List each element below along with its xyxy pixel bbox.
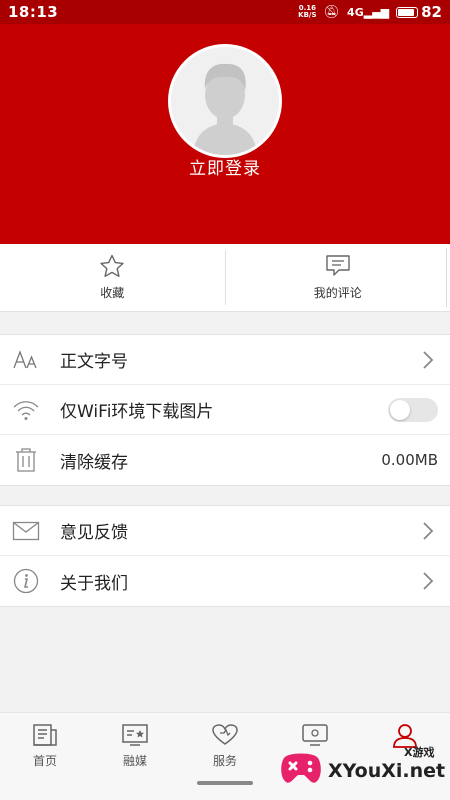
status-time: 18:13 bbox=[8, 3, 59, 21]
chevron-right-icon bbox=[418, 521, 438, 541]
tab-media[interactable]: 融媒 bbox=[90, 713, 180, 800]
watermark-sub: X游戏 bbox=[404, 746, 435, 759]
comment-icon bbox=[326, 255, 350, 276]
avatar[interactable] bbox=[168, 44, 282, 158]
login-link[interactable]: 立即登录 bbox=[0, 154, 450, 179]
trash-icon bbox=[12, 446, 40, 474]
settings-group-1: 正文字号 仅WiFi环境下载图片 清除缓存 0.00MB bbox=[0, 334, 450, 486]
media-icon bbox=[122, 724, 148, 746]
my-comments-button[interactable]: 我的评论 bbox=[226, 244, 450, 311]
battery-indicator: 82 bbox=[396, 3, 442, 21]
battery-icon bbox=[396, 6, 419, 18]
settings-group-2: 意见反馈 关于我们 bbox=[0, 505, 450, 607]
status-bar: 18:13 0.16 KB/S 🔕︎ 4G▂▄▆ 82 bbox=[0, 0, 450, 24]
gamepad-logo-icon bbox=[281, 753, 321, 783]
mute-bell-icon: 🔕︎ bbox=[323, 4, 341, 20]
feedback-label: 意见反馈 bbox=[60, 523, 128, 543]
wifi-icon bbox=[12, 396, 40, 424]
home-indicator[interactable] bbox=[197, 781, 253, 785]
wifi-images-label: 仅WiFi环境下载图片 bbox=[60, 402, 214, 422]
watermark-name: XYouXi.net bbox=[328, 760, 446, 782]
tab-home-label: 首页 bbox=[32, 754, 57, 768]
tab-media-label: 融媒 bbox=[122, 754, 147, 768]
signal-icon: 4G▂▄▆ bbox=[347, 5, 390, 19]
feedback-row[interactable]: 意见反馈 bbox=[0, 506, 450, 556]
battery-level: 82 bbox=[421, 3, 442, 21]
tab-service-label: 服务 bbox=[212, 754, 237, 768]
my-comments-label: 我的评论 bbox=[313, 286, 362, 300]
chevron-right-icon bbox=[418, 571, 438, 591]
news-icon bbox=[33, 724, 57, 746]
font-size-row[interactable]: 正文字号 bbox=[0, 335, 450, 385]
info-icon bbox=[12, 567, 40, 595]
font-size-label: 正文字号 bbox=[60, 352, 128, 372]
about-label: 关于我们 bbox=[60, 573, 128, 594]
favorites-label: 收藏 bbox=[100, 286, 125, 300]
quick-actions: 收藏 我的评论 bbox=[0, 244, 450, 312]
heart-icon bbox=[212, 724, 238, 745]
wifi-images-row: 仅WiFi环境下载图片 bbox=[0, 385, 450, 435]
profile-header: 立即登录 bbox=[0, 24, 450, 244]
divider bbox=[446, 248, 447, 307]
favorites-button[interactable]: 收藏 bbox=[0, 250, 226, 305]
chevron-right-icon bbox=[418, 350, 438, 370]
watermark: X游戏 XYouXi.net bbox=[276, 742, 446, 798]
net-speed: 0.16 KB/S bbox=[298, 4, 317, 19]
tab-service[interactable]: 服务 bbox=[180, 713, 270, 800]
font-size-icon bbox=[12, 346, 40, 374]
default-avatar-icon bbox=[171, 47, 279, 155]
mail-icon bbox=[12, 517, 40, 545]
wifi-images-toggle[interactable] bbox=[388, 397, 438, 422]
clear-cache-row[interactable]: 清除缓存 0.00MB bbox=[0, 435, 450, 485]
tab-home[interactable]: 首页 bbox=[0, 713, 90, 800]
cache-size-value: 0.00MB bbox=[381, 451, 438, 469]
about-row[interactable]: 关于我们 bbox=[0, 556, 450, 606]
clear-cache-label: 清除缓存 bbox=[60, 452, 128, 473]
star-icon bbox=[100, 254, 124, 277]
